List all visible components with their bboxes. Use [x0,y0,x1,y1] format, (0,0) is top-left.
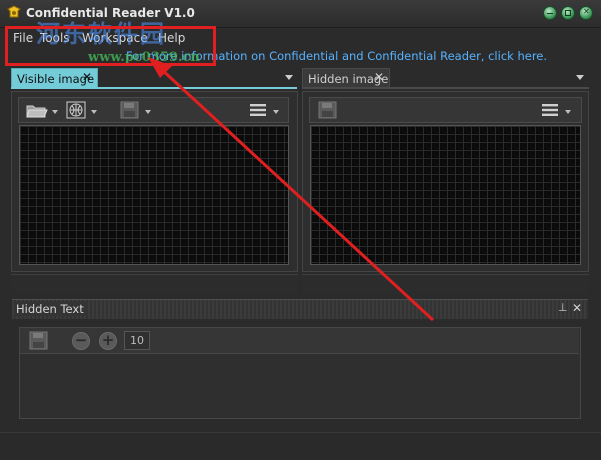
tab-underline [11,87,297,89]
hidden-status-bar [302,274,589,294]
save-icon[interactable] [29,331,49,351]
hamburger-menu-icon[interactable] [250,104,268,116]
visible-image-toolbar [18,97,289,123]
tab-visible-image[interactable]: Visible image ✕ [11,68,98,88]
visible-status-bar [11,274,298,294]
chevron-down-icon[interactable] [145,110,151,114]
tab-underline [302,87,589,89]
minus-icon[interactable]: − [72,332,90,350]
hidden-image-canvas[interactable] [310,125,581,265]
minimize-button[interactable] [543,6,557,20]
status-bar [0,432,601,460]
visible-image-canvas[interactable] [19,125,289,265]
hidden-text-header [12,299,588,319]
pin-icon[interactable]: ⊥ [558,301,568,314]
hidden-text-title: Hidden Text [16,302,88,316]
chevron-down-icon[interactable] [565,110,571,114]
chevron-down-icon[interactable] [91,110,97,114]
chevron-down-icon[interactable] [52,110,58,114]
chevron-down-icon[interactable] [576,75,584,80]
globe-icon[interactable] [66,101,86,119]
annotation-highlight-box [5,26,216,66]
save-icon[interactable] [120,101,140,119]
close-icon[interactable]: ✕ [572,301,582,315]
save-icon[interactable] [318,101,338,119]
open-folder-icon[interactable] [26,101,48,119]
app-icon [7,5,21,18]
hamburger-menu-icon[interactable] [542,104,560,116]
plus-icon[interactable]: + [99,332,117,350]
chevron-down-icon[interactable] [285,75,293,80]
font-size-field[interactable]: 10 [124,331,150,350]
close-icon[interactable]: ✕ [374,70,384,84]
maximize-button[interactable] [561,6,575,20]
close-icon[interactable]: ✕ [82,70,92,84]
chevron-down-icon[interactable] [273,110,279,114]
close-window-button[interactable]: ✕ [579,6,593,20]
tab-hidden-image[interactable]: Hidden image ✕ [302,68,390,88]
